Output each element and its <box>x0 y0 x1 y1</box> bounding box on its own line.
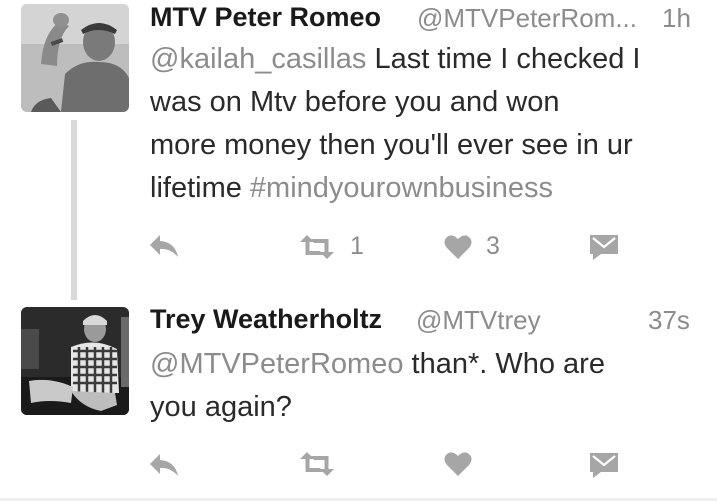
retweet-count: 1 <box>350 232 364 260</box>
reply-button[interactable] <box>148 233 180 259</box>
hashtag-link[interactable]: #mindyourownbusiness <box>250 172 553 204</box>
tweet-text-line-1: @MTVPeterRomeo than*. Who are <box>150 343 695 386</box>
text-segment: Last time I checked I <box>366 43 641 75</box>
thread-connector-line <box>71 120 77 300</box>
tweet-timestamp: 1h <box>662 3 691 33</box>
tweet-timestamp: 37s <box>648 305 690 335</box>
like-button[interactable]: 3 <box>444 232 500 261</box>
text-segment: lifetime <box>150 172 250 204</box>
avatar-photo <box>21 307 129 415</box>
heart-icon <box>444 234 472 259</box>
direct-message-button[interactable] <box>589 232 619 260</box>
direct-message-icon <box>590 453 618 478</box>
mention-link[interactable]: @kailah_casillas <box>150 43 366 75</box>
author-name[interactable]: MTV Peter Romeo <box>150 2 381 33</box>
tweet-text-line-4: lifetime #mindyourownbusiness <box>150 167 695 210</box>
tweet-text: @kailah_casillas Last time I checked I w… <box>150 38 695 210</box>
retweet-icon <box>300 452 334 476</box>
like-count: 3 <box>486 232 500 260</box>
direct-message-button[interactable] <box>589 450 619 478</box>
tweet-text-line-2: you again? <box>150 391 292 423</box>
text-segment: than*. Who are <box>403 348 605 380</box>
avatar-peter-romeo[interactable] <box>21 4 129 112</box>
mention-link[interactable]: @MTVPeterRomeo <box>150 348 403 380</box>
author-handle[interactable]: @MTVPeterRom... <box>417 3 637 34</box>
like-button[interactable] <box>444 451 472 477</box>
retweet-button[interactable]: 1 <box>298 232 364 261</box>
retweet-icon <box>300 234 334 259</box>
tweet-1[interactable]: MTV Peter Romeo @MTVPeterRom... 1h @kail… <box>0 0 717 300</box>
direct-message-icon <box>590 235 618 260</box>
author-handle[interactable]: @MTVtrey <box>416 305 541 336</box>
author-name[interactable]: Trey Weatherholtz <box>150 304 382 335</box>
retweet-button[interactable] <box>298 451 336 477</box>
avatar-trey-weatherholtz[interactable] <box>21 307 129 415</box>
tweet-text-line-2: was on Mtv before you and won <box>150 86 560 118</box>
reply-icon <box>150 235 178 257</box>
tweet-text-line-3: more money then you'll ever see in ur <box>150 129 633 161</box>
tweet-text-line-1: @kailah_casillas Last time I checked I <box>150 38 695 81</box>
tweet-2[interactable]: Trey Weatherholtz @MTVtrey 37s @MTVPeter… <box>0 300 717 498</box>
tweet-text: @MTVPeterRomeo than*. Who are you again? <box>150 343 695 429</box>
reply-button[interactable] <box>148 452 180 478</box>
heart-icon <box>444 452 472 476</box>
reply-icon <box>150 454 178 476</box>
avatar-photo <box>21 4 129 112</box>
